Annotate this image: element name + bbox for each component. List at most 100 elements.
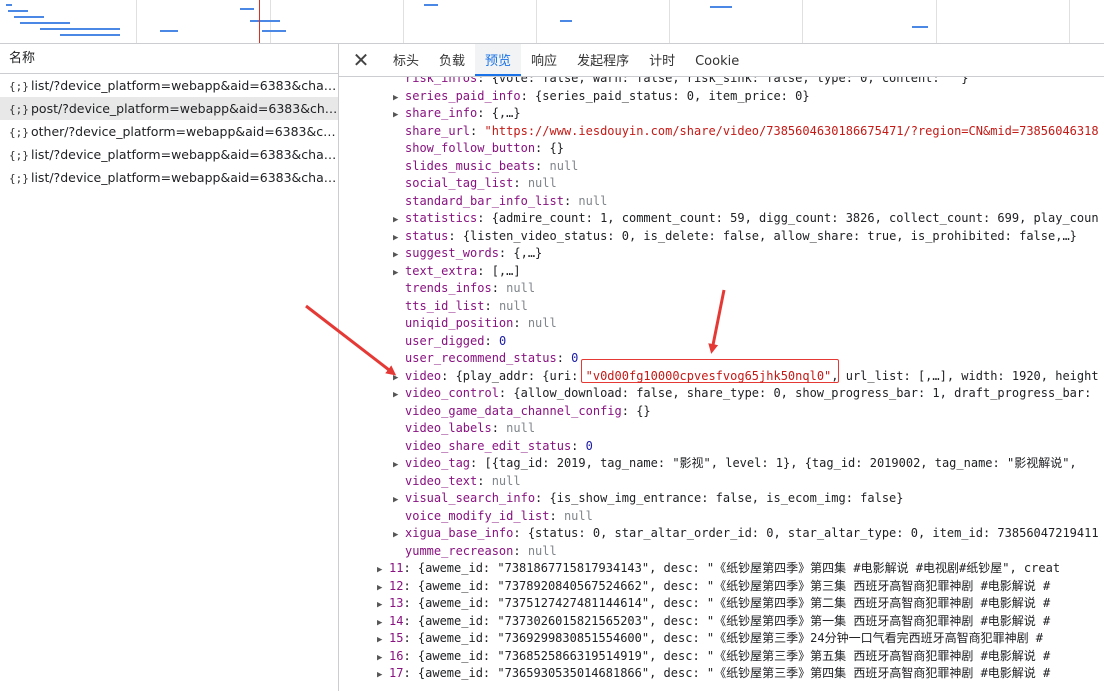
json-tree-row[interactable]: ▶ video_tag: [{tag_id: 2019, tag_name: "影… bbox=[393, 455, 1084, 473]
close-icon[interactable]: ✕ bbox=[351, 50, 371, 70]
json-tree-row[interactable]: ▶ 16: {aweme_id: "7368525866319514919", d… bbox=[377, 648, 1050, 666]
json-tree-row: tts_id_list: null bbox=[393, 298, 528, 316]
json-key: slides_music_beats bbox=[405, 158, 536, 173]
json-tree-row[interactable]: ▶ 17: {aweme_id: "7365930535014681866", d… bbox=[377, 665, 1050, 683]
tab-payload[interactable]: 负载 bbox=[429, 44, 475, 76]
json-key: video_share_edit_status bbox=[405, 438, 572, 453]
overview-request-bar bbox=[250, 20, 280, 22]
overview-request-bar bbox=[8, 10, 28, 12]
name-column-header[interactable]: 名称 bbox=[0, 44, 338, 74]
json-value: null bbox=[527, 316, 557, 330]
request-row-selected[interactable]: {;} post/?device_platform=webapp&aid=638… bbox=[0, 97, 338, 120]
json-tree-row[interactable]: ▶ share_info: {,…} bbox=[393, 105, 521, 123]
tab-cookie[interactable]: Cookie bbox=[685, 44, 749, 76]
json-tree-row[interactable]: ▶ text_extra: [,…] bbox=[393, 263, 521, 281]
json-preview[interactable]: risk_infos: {vote: false, warn: false, r… bbox=[339, 77, 1104, 691]
tab-timing[interactable]: 计时 bbox=[639, 44, 685, 76]
request-row[interactable]: {;} list/?device_platform=webapp&aid=638… bbox=[0, 74, 338, 97]
json-key: video_control bbox=[405, 386, 499, 400]
json-tree-row[interactable]: ▶ video: {play_addr: {uri: "v0d00fg10000c… bbox=[393, 368, 1099, 386]
json-file-icon: {;} bbox=[9, 103, 29, 116]
json-key: statistics bbox=[405, 211, 478, 225]
json-value: {admire_count: 1, comment_count: 59, dig… bbox=[491, 211, 1099, 225]
request-list: {;} list/?device_platform=webapp&aid=638… bbox=[0, 74, 338, 189]
request-row[interactable]: {;} list/?device_platform=webapp&aid=638… bbox=[0, 166, 338, 189]
json-colon: : bbox=[403, 613, 418, 628]
json-tree-row[interactable]: ▶ suggest_words: {,…} bbox=[393, 245, 542, 263]
json-value: [{tag_id: 2019, tag_name: "影视", level: 1… bbox=[484, 456, 1084, 470]
json-key: yumme_recreason bbox=[405, 543, 514, 558]
json-key: share_info bbox=[405, 106, 478, 120]
json-key: user_recommend_status bbox=[405, 351, 557, 365]
json-tree-row: share_url: "https://www.iesdouyin.com/sh… bbox=[393, 123, 1099, 141]
expand-triangle-icon[interactable]: ▶ bbox=[377, 667, 389, 685]
overview-request-bar bbox=[262, 30, 286, 32]
json-key: video_tag bbox=[405, 456, 471, 470]
json-tree-row[interactable]: ▶ visual_search_info: {is_show_img_entran… bbox=[393, 490, 904, 508]
overview-request-bar bbox=[160, 30, 178, 32]
json-value: null bbox=[549, 158, 579, 173]
overview-time-cursor[interactable] bbox=[259, 0, 260, 43]
request-row[interactable]: {;} other/?device_platform=webapp&aid=63… bbox=[0, 120, 338, 143]
json-value: {aweme_id: "7369299830851554600", desc: … bbox=[417, 631, 1044, 645]
json-value: null bbox=[498, 298, 528, 313]
json-colon: : bbox=[403, 578, 418, 593]
json-tree-row: video_share_edit_status: 0 bbox=[393, 438, 593, 456]
overview-request-bar bbox=[240, 8, 254, 10]
json-tree-row[interactable]: ▶ 12: {aweme_id: "7378920840567524662", d… bbox=[377, 578, 1050, 596]
json-value: {aweme_id: "7381867715817934143", desc: … bbox=[417, 561, 1061, 575]
json-colon: : bbox=[441, 368, 456, 383]
tab-headers[interactable]: 标头 bbox=[383, 44, 429, 76]
json-value: {is_show_img_entrance: false, is_ecom_im… bbox=[549, 491, 904, 505]
json-key: suggest_words bbox=[405, 246, 499, 260]
json-file-icon: {;} bbox=[9, 126, 29, 139]
json-file-icon: {;} bbox=[9, 172, 29, 185]
json-colon: : bbox=[477, 106, 492, 120]
json-value: {listen_video_status: 0, is_delete: fals… bbox=[462, 228, 1077, 243]
json-colon: : bbox=[403, 561, 418, 575]
json-key: 13 bbox=[389, 596, 404, 610]
json-key: risk_infos bbox=[405, 77, 478, 85]
json-colon: : bbox=[470, 123, 485, 138]
json-colon: : bbox=[520, 88, 536, 103]
json-tree-row: video_text: null bbox=[393, 473, 521, 491]
json-colon: : bbox=[513, 543, 528, 558]
json-key: voice_modify_id_list bbox=[405, 508, 550, 523]
json-tree-row: user_digged: 0 bbox=[393, 333, 506, 351]
json-value: {aweme_id: "7373026015821565203", desc: … bbox=[417, 613, 1051, 628]
overview-divider bbox=[1069, 0, 1070, 43]
json-value: {status: 0, star_altar_order_id: 0, star… bbox=[527, 526, 1099, 540]
json-tree-row[interactable]: ▶ 15: {aweme_id: "7369299830851554600", d… bbox=[377, 630, 1043, 648]
tab-initiator[interactable]: 发起程序 bbox=[567, 44, 639, 76]
json-value: {,…} bbox=[491, 106, 521, 120]
json-key: 11 bbox=[389, 561, 404, 575]
json-colon: : bbox=[477, 473, 492, 488]
detail-tabbar: ✕ 标头 负载 预览 响应 发起程序 计时 Cookie bbox=[339, 44, 1104, 77]
json-tree-row[interactable]: ▶ 14: {aweme_id: "7373026015821565203", d… bbox=[377, 613, 1050, 631]
json-key: user_digged bbox=[405, 333, 485, 348]
json-colon: : bbox=[484, 333, 499, 348]
json-tree-row[interactable]: ▶ statistics: {admire_count: 1, comment_c… bbox=[393, 210, 1099, 228]
json-tree-row[interactable]: ▶ 13: {aweme_id: "7375127427481144614", d… bbox=[377, 595, 1050, 613]
json-tree-row[interactable]: ▶ status: {listen_video_status: 0, is_del… bbox=[393, 228, 1077, 246]
json-tree-row[interactable]: ▶ series_paid_info: {series_paid_status: … bbox=[393, 88, 810, 106]
json-tree-row[interactable]: ▶ 11: {aweme_id: "7381867715817934143", d… bbox=[377, 560, 1060, 578]
network-overview-timeline[interactable] bbox=[0, 0, 1104, 44]
tab-response[interactable]: 响应 bbox=[521, 44, 567, 76]
tab-preview[interactable]: 预览 bbox=[475, 44, 522, 76]
json-tree-row: uniqid_position: null bbox=[393, 315, 557, 333]
json-colon: : bbox=[556, 351, 572, 365]
json-value: null bbox=[491, 473, 521, 488]
json-key: trends_infos bbox=[405, 281, 492, 295]
json-value: {allow_download: false, share_type: 0, s… bbox=[513, 386, 1099, 400]
json-key: text_extra bbox=[405, 263, 478, 278]
json-value: {play_addr: {uri: "v0d00fg10000cpvesfvog… bbox=[455, 368, 1099, 383]
request-row[interactable]: {;} list/?device_platform=webapp&aid=638… bbox=[0, 143, 338, 166]
json-key: xigua_base_info bbox=[405, 526, 514, 540]
json-colon: : bbox=[513, 316, 528, 330]
json-tree-row[interactable]: ▶ xigua_base_info: {status: 0, star_altar… bbox=[393, 525, 1099, 543]
json-value: null bbox=[527, 543, 557, 558]
json-tree-row[interactable]: ▶ video_control: {allow_download: false, … bbox=[393, 385, 1099, 403]
json-colon: : bbox=[477, 263, 492, 278]
json-colon: : bbox=[563, 193, 579, 208]
